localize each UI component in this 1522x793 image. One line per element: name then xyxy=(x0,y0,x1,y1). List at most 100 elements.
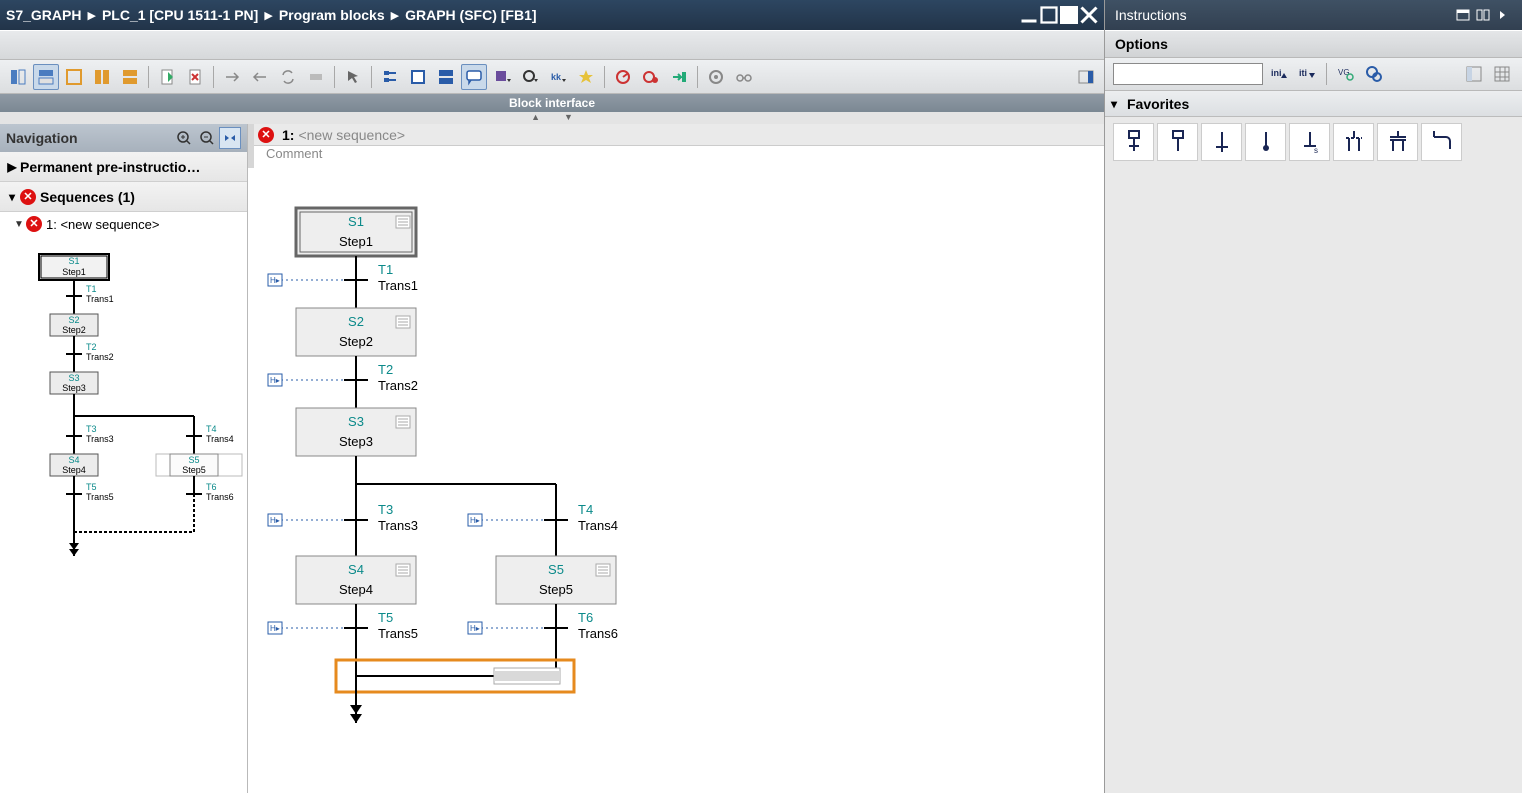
search-input[interactable] xyxy=(1113,63,1263,85)
canvas-header: ✕ 1: <new sequence> xyxy=(248,124,1104,146)
sequence-minimap[interactable]: S1 Step1 T1 Trans1 S2 Step2 T2 Trans2 xyxy=(0,236,247,793)
nav-seq-item-label: 1: <new sequence> xyxy=(46,217,159,232)
tb-comment-icon[interactable] xyxy=(461,64,487,90)
breadcrumb-1[interactable]: PLC_1 [CPU 1511-1 PN] xyxy=(102,7,258,23)
svg-text:T4: T4 xyxy=(578,502,593,517)
svg-text:Trans5: Trans5 xyxy=(378,626,418,641)
fav-sim-branch-icon[interactable] xyxy=(1377,123,1418,161)
mm-t4-name: Trans4 xyxy=(206,434,234,444)
options-header[interactable]: Options xyxy=(1105,30,1522,58)
svg-text:kk: kk xyxy=(551,72,562,82)
step-s1[interactable]: S1 Step1 xyxy=(296,208,416,256)
step-s3[interactable]: S3 Step3 xyxy=(296,408,416,456)
svg-text:S5: S5 xyxy=(548,562,564,577)
tb-test-icon[interactable] xyxy=(703,64,729,90)
tb-glasses-icon[interactable] xyxy=(731,64,757,90)
favorites-header[interactable]: ▾ Favorites xyxy=(1105,91,1522,117)
step-s5[interactable]: S5 Step5 xyxy=(496,556,616,604)
tb-sync-icon[interactable] xyxy=(275,64,301,90)
nav-row-pre-instructions[interactable]: ▶ Permanent pre-instructio… xyxy=(0,152,247,182)
sequence-canvas[interactable]: S1 Step1 T1 Trans1 H▸ xyxy=(248,168,1104,793)
search-down-icon[interactable]: ini xyxy=(1267,62,1291,86)
transition-t3[interactable]: T3 Trans3 H▸ xyxy=(268,502,418,533)
zoom-in-icon[interactable] xyxy=(173,127,195,149)
svg-text:s: s xyxy=(1314,146,1318,155)
nav-row-sequences[interactable]: ▾ ✕ Sequences (1) xyxy=(0,182,247,212)
svg-text:Trans6: Trans6 xyxy=(578,626,618,641)
fav-sequence-end-icon[interactable] xyxy=(1245,123,1286,161)
block-interface-header[interactable]: Block interface xyxy=(0,94,1104,112)
svg-text:iti: iti xyxy=(1299,68,1307,78)
tb-tag-icon[interactable] xyxy=(303,64,329,90)
svg-text:T5: T5 xyxy=(378,610,393,625)
svg-text:T2: T2 xyxy=(378,362,393,377)
fav-close-branch-icon[interactable] xyxy=(1421,123,1462,161)
nav-tree-sequence-item[interactable]: ▼ ✕ 1: <new sequence> xyxy=(0,212,247,236)
transition-t6[interactable]: T6 Trans6 H▸ xyxy=(468,610,618,641)
svg-text:H▸: H▸ xyxy=(270,516,280,525)
tb-stop-icon[interactable] xyxy=(638,64,664,90)
search-up-icon[interactable]: iti xyxy=(1295,62,1319,86)
branch-merge-selected[interactable] xyxy=(336,660,574,692)
tb-delete-icon[interactable] xyxy=(182,64,208,90)
tb-right-panel-icon[interactable] xyxy=(1073,64,1099,90)
svg-text:Step2: Step2 xyxy=(339,334,373,349)
filter-vg-icon[interactable]: VG xyxy=(1334,62,1358,86)
tb-view3-icon[interactable] xyxy=(61,64,87,90)
svg-text:Step1: Step1 xyxy=(339,234,373,249)
list-view-icon[interactable] xyxy=(1462,62,1486,86)
tb-fav-icon[interactable] xyxy=(573,64,599,90)
maximize-icon[interactable] xyxy=(1060,7,1078,23)
interface-collapse-handles[interactable]: ▲▼ xyxy=(0,112,1104,124)
mm-t6-name: Trans6 xyxy=(206,492,234,502)
tb-goto-err-icon[interactable] xyxy=(666,64,692,90)
breadcrumb-3[interactable]: GRAPH (SFC) [FB1] xyxy=(405,7,536,23)
panel-expand-icon[interactable] xyxy=(1494,7,1512,23)
transition-t2[interactable]: T2 Trans2 H▸ xyxy=(268,362,418,393)
fav-step-transition-icon[interactable] xyxy=(1113,123,1154,161)
panel-icon1[interactable] xyxy=(1454,7,1472,23)
tb-struct1-icon[interactable] xyxy=(377,64,403,90)
zoom-out-icon[interactable] xyxy=(196,127,218,149)
canvas-seq-name[interactable]: <new sequence> xyxy=(298,127,405,143)
transition-t5[interactable]: T5 Trans5 H▸ xyxy=(268,610,418,641)
panel-icon2[interactable] xyxy=(1474,7,1492,23)
canvas-seq-number: 1: xyxy=(282,127,294,143)
tb-view4-icon[interactable] xyxy=(89,64,115,90)
step-s2[interactable]: S2 Step2 xyxy=(296,308,416,356)
grid-view-icon[interactable] xyxy=(1490,62,1514,86)
fav-transition-icon[interactable] xyxy=(1201,123,1242,161)
transition-t1[interactable]: T1 Trans1 H▸ xyxy=(268,262,418,293)
restore-icon[interactable] xyxy=(1040,7,1058,23)
breadcrumb-2[interactable]: Program blocks xyxy=(279,7,385,23)
transition-t4[interactable]: T4 Trans4 H▸ xyxy=(468,502,618,533)
fav-jump-icon[interactable]: s xyxy=(1289,123,1330,161)
navigation-header: Navigation xyxy=(0,124,247,152)
filter-gear-icon[interactable] xyxy=(1362,62,1386,86)
tb-insert-icon[interactable] xyxy=(154,64,180,90)
step-s4[interactable]: S4 Step4 xyxy=(296,556,416,604)
tb-struct2-icon[interactable] xyxy=(405,64,431,90)
tb-goto2-icon[interactable] xyxy=(247,64,273,90)
svg-text:T6: T6 xyxy=(578,610,593,625)
fav-step-icon[interactable] xyxy=(1157,123,1198,161)
mm-s5-id: S5 xyxy=(188,455,199,465)
tb-goto1-icon[interactable] xyxy=(219,64,245,90)
tb-pointer-icon[interactable] xyxy=(340,64,366,90)
close-icon[interactable] xyxy=(1080,7,1098,23)
breadcrumb-0[interactable]: S7_GRAPH xyxy=(6,7,81,23)
sync-view-icon[interactable] xyxy=(219,127,241,149)
tb-monitor-icon[interactable] xyxy=(610,64,636,90)
fav-alt-branch-icon[interactable] xyxy=(1333,123,1374,161)
canvas-comment[interactable]: Comment xyxy=(248,146,1104,168)
mm-s4-name: Step4 xyxy=(62,465,86,475)
tb-goose-down-icon[interactable] xyxy=(517,64,543,90)
svg-text:S3: S3 xyxy=(348,414,364,429)
tb-view5-icon[interactable] xyxy=(117,64,143,90)
tb-hex-down-icon[interactable]: kk xyxy=(545,64,571,90)
tb-view2-icon[interactable] xyxy=(33,64,59,90)
tb-view1-icon[interactable] xyxy=(5,64,31,90)
tb-struct3-icon[interactable] xyxy=(433,64,459,90)
minimize-icon[interactable] xyxy=(1020,7,1038,23)
tb-brace-down-icon[interactable] xyxy=(489,64,515,90)
